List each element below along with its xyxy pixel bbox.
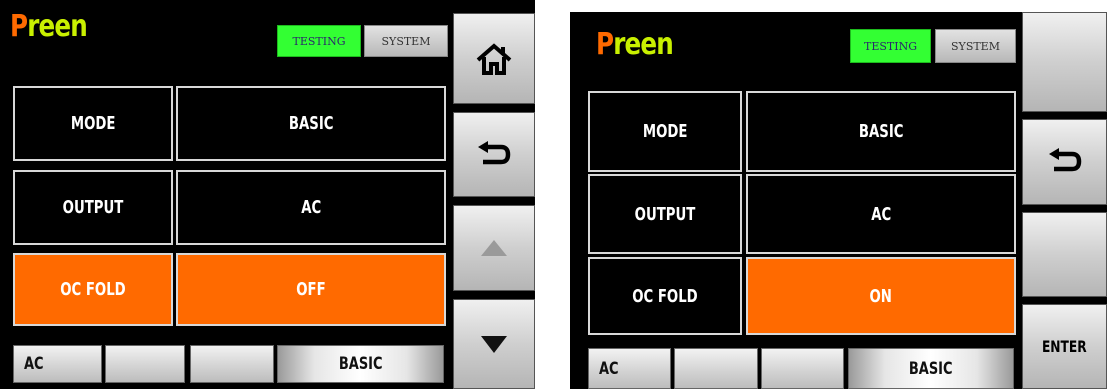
down-button[interactable] <box>453 299 535 389</box>
blank-button-2[interactable] <box>190 345 274 383</box>
home-button[interactable] <box>453 13 535 104</box>
up-arrow-icon <box>481 240 507 256</box>
preen-logo: Preen <box>596 27 674 62</box>
tab-system[interactable]: SYSTEM <box>935 29 1016 63</box>
mode-label[interactable]: MODE <box>588 91 742 172</box>
output-label[interactable]: OUTPUT <box>13 170 173 245</box>
tab-testing[interactable]: TESTING <box>850 29 931 63</box>
oc-fold-value[interactable]: OFF <box>176 253 446 326</box>
screen-left: Preen TESTING SYSTEM MODE BASIC OUTPUT A… <box>0 0 535 389</box>
output-value[interactable]: AC <box>746 174 1016 254</box>
screen-right: Preen TESTING SYSTEM MODE BASIC OUTPUT A… <box>570 12 1107 389</box>
blank-button-1[interactable] <box>674 348 758 389</box>
enter-button[interactable]: ENTER <box>1022 304 1107 389</box>
tab-testing[interactable]: TESTING <box>277 25 361 57</box>
mode-value[interactable]: BASIC <box>746 91 1016 172</box>
oc-fold-value[interactable]: ON <box>746 257 1016 335</box>
output-value[interactable]: AC <box>176 170 446 245</box>
back-button[interactable] <box>1022 119 1107 205</box>
down-arrow-icon <box>481 335 507 353</box>
back-arrow-icon <box>1048 148 1081 172</box>
side-button-blank-middle[interactable] <box>1022 212 1107 297</box>
output-label[interactable]: OUTPUT <box>588 174 742 254</box>
mode-label[interactable]: MODE <box>13 86 173 161</box>
tab-system[interactable]: SYSTEM <box>364 25 448 57</box>
mode-value[interactable]: BASIC <box>176 86 446 161</box>
ac-button[interactable]: AC <box>588 348 671 389</box>
home-icon <box>476 42 512 75</box>
oc-fold-label[interactable]: OC FOLD <box>588 257 742 335</box>
preen-logo: Preen <box>10 9 88 44</box>
blank-button-1[interactable] <box>105 345 185 383</box>
basic-button[interactable]: BASIC <box>277 345 444 383</box>
back-button[interactable] <box>453 112 535 197</box>
up-button[interactable] <box>453 205 535 291</box>
back-arrow-icon <box>478 140 511 164</box>
oc-fold-label[interactable]: OC FOLD <box>13 253 173 326</box>
blank-button-2[interactable] <box>761 348 844 389</box>
ac-button[interactable]: AC <box>13 345 102 383</box>
basic-button[interactable]: BASIC <box>848 348 1014 389</box>
side-button-blank-top[interactable] <box>1022 12 1107 112</box>
